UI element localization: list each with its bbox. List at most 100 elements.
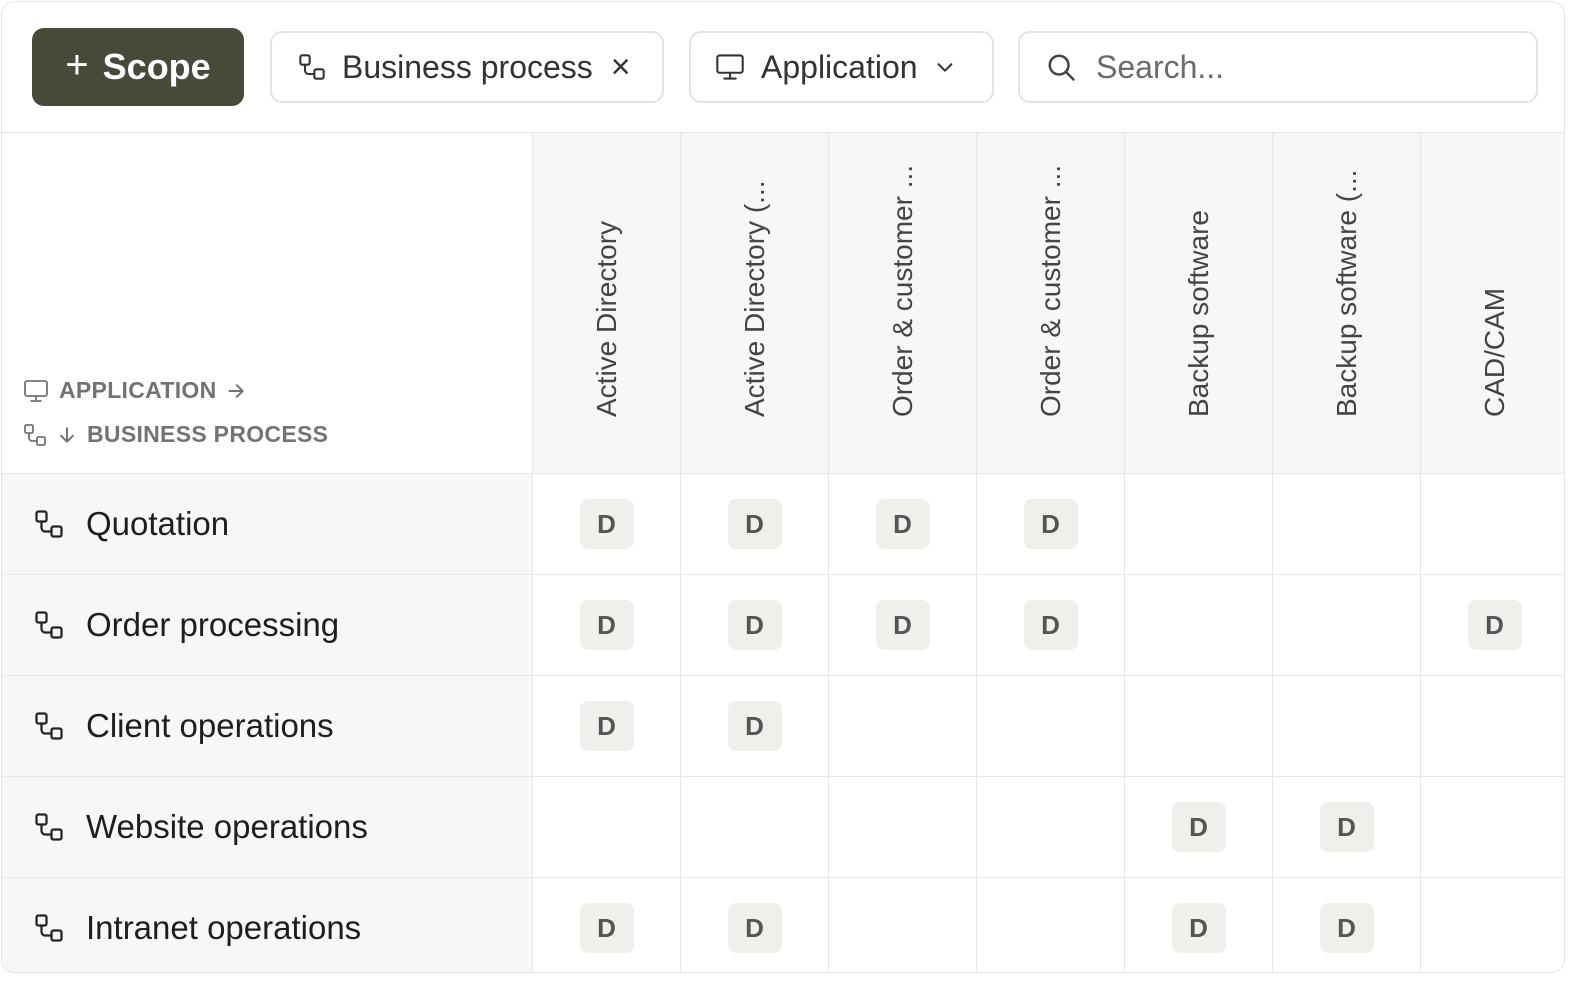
- relation-badge[interactable]: D: [727, 701, 782, 751]
- matrix-cell[interactable]: D: [1421, 575, 1564, 676]
- relation-badge[interactable]: D: [1319, 903, 1374, 953]
- matrix-cell[interactable]: D: [681, 575, 829, 676]
- relation-badge[interactable]: D: [1171, 802, 1226, 852]
- column-header[interactable]: Order & customer ...: [829, 133, 977, 474]
- process-icon: [34, 913, 64, 943]
- matrix-cell[interactable]: D: [533, 474, 681, 575]
- plus-icon: +: [65, 43, 89, 87]
- row-header[interactable]: Quotation: [2, 474, 533, 575]
- column-header[interactable]: Active Directory: [533, 133, 681, 474]
- column-header-label: Active Directory: [591, 220, 622, 417]
- matrix-cell[interactable]: [1421, 777, 1564, 878]
- axis-business-process: BUSINESS PROCESS: [23, 421, 328, 448]
- axis-business-process-label: BUSINESS PROCESS: [87, 421, 329, 447]
- matrix-cell[interactable]: [1421, 676, 1564, 777]
- matrix-cell[interactable]: D: [681, 474, 829, 575]
- matrix-cell[interactable]: [829, 777, 977, 878]
- column-header[interactable]: Backup software: [1125, 133, 1273, 474]
- column-header[interactable]: Active Directory (...: [681, 133, 829, 474]
- column-header[interactable]: CAD/CAM: [1421, 133, 1564, 474]
- matrix-cell[interactable]: [681, 777, 829, 878]
- toolbar: + Scope Business process × Application: [2, 2, 1564, 133]
- matrix-cell[interactable]: D: [829, 474, 977, 575]
- process-icon: [34, 509, 64, 539]
- relation-badge[interactable]: D: [579, 600, 634, 650]
- relation-badge[interactable]: D: [727, 903, 782, 953]
- row-header-label: Order processing: [86, 606, 340, 643]
- matrix-cell[interactable]: D: [829, 575, 977, 676]
- chevron-down-icon: [937, 63, 952, 72]
- matrix-cell[interactable]: [977, 777, 1125, 878]
- matrix-cell[interactable]: [1125, 474, 1273, 575]
- relation-badge[interactable]: D: [1467, 600, 1522, 650]
- relation-badge[interactable]: D: [875, 499, 930, 549]
- matrix-cell[interactable]: D: [681, 676, 829, 777]
- close-icon[interactable]: ×: [611, 50, 631, 84]
- matrix-cell[interactable]: [1273, 676, 1421, 777]
- process-icon: [24, 423, 46, 446]
- arrow-right-icon: [228, 383, 245, 398]
- process-icon: [34, 711, 64, 741]
- matrix-cell[interactable]: [977, 676, 1125, 777]
- search-icon: [1048, 54, 1075, 81]
- row-header[interactable]: Client operations: [2, 676, 533, 777]
- axis-application: APPLICATION: [23, 377, 246, 404]
- matrix-cell[interactable]: D: [1273, 777, 1421, 878]
- relation-badge[interactable]: D: [727, 499, 782, 549]
- column-header-label: CAD/CAM: [1479, 287, 1510, 417]
- matrix-cell[interactable]: D: [533, 878, 681, 972]
- matrix-cell[interactable]: D: [681, 878, 829, 972]
- relation-badge[interactable]: D: [875, 600, 930, 650]
- process-icon: [299, 54, 325, 80]
- relation-badge[interactable]: D: [727, 600, 782, 650]
- row-header-label: Client operations: [86, 707, 334, 744]
- row-header[interactable]: Intranet operations: [2, 878, 533, 972]
- matrix-cell[interactable]: [533, 777, 681, 878]
- matrix-cell[interactable]: [829, 676, 977, 777]
- column-header-label: Backup software (...: [1331, 169, 1362, 417]
- relation-badge[interactable]: D: [579, 701, 634, 751]
- matrix-cell[interactable]: [1421, 878, 1564, 972]
- matrix-cell[interactable]: [1421, 474, 1564, 575]
- add-scope-button[interactable]: + Scope: [32, 28, 244, 106]
- relation-badge[interactable]: D: [579, 903, 634, 953]
- matrix-cell[interactable]: D: [977, 575, 1125, 676]
- matrix-cell[interactable]: D: [1273, 878, 1421, 972]
- column-header-label: Order & customer ...: [887, 164, 918, 417]
- matrix-cell[interactable]: [1273, 575, 1421, 676]
- matrix-cell[interactable]: D: [533, 575, 681, 676]
- monitor-icon: [24, 379, 48, 402]
- matrix-cell[interactable]: [1273, 474, 1421, 575]
- scope-button-label: Scope: [102, 46, 211, 87]
- column-header[interactable]: Order & customer ...: [977, 133, 1125, 474]
- relation-badge[interactable]: D: [1023, 499, 1078, 549]
- relation-badge[interactable]: D: [1023, 600, 1078, 650]
- monitor-icon: [716, 54, 744, 80]
- row-header-label: Intranet operations: [86, 909, 362, 946]
- row-header-label: Quotation: [86, 505, 230, 542]
- axis-application-label: APPLICATION: [59, 377, 217, 403]
- relation-badge[interactable]: D: [579, 499, 634, 549]
- matrix-cell[interactable]: [977, 878, 1125, 972]
- application-filter[interactable]: Application: [689, 31, 994, 103]
- matrix-cell[interactable]: [1125, 575, 1273, 676]
- relation-badge[interactable]: D: [1319, 802, 1374, 852]
- column-header-label: Active Directory (...: [739, 180, 770, 417]
- relation-badge[interactable]: D: [1171, 903, 1226, 953]
- process-icon: [34, 610, 64, 640]
- row-header-label: Website operations: [86, 808, 368, 845]
- matrix-cell[interactable]: [1125, 676, 1273, 777]
- column-header-label: Backup software: [1183, 210, 1214, 417]
- matrix-cell[interactable]: [829, 878, 977, 972]
- column-header[interactable]: Backup software (...: [1273, 133, 1421, 474]
- business-process-filter[interactable]: Business process ×: [270, 31, 664, 103]
- matrix-cell[interactable]: D: [977, 474, 1125, 575]
- matrix-cell[interactable]: D: [533, 676, 681, 777]
- matrix-cell[interactable]: D: [1125, 777, 1273, 878]
- row-header[interactable]: Order processing: [2, 575, 533, 676]
- row-header[interactable]: Website operations: [2, 777, 533, 878]
- search-input[interactable]: [1094, 47, 1518, 87]
- business-process-filter-label: Business process: [342, 48, 593, 85]
- column-header-label: Order & customer ...: [1035, 164, 1066, 417]
- matrix-cell[interactable]: D: [1125, 878, 1273, 972]
